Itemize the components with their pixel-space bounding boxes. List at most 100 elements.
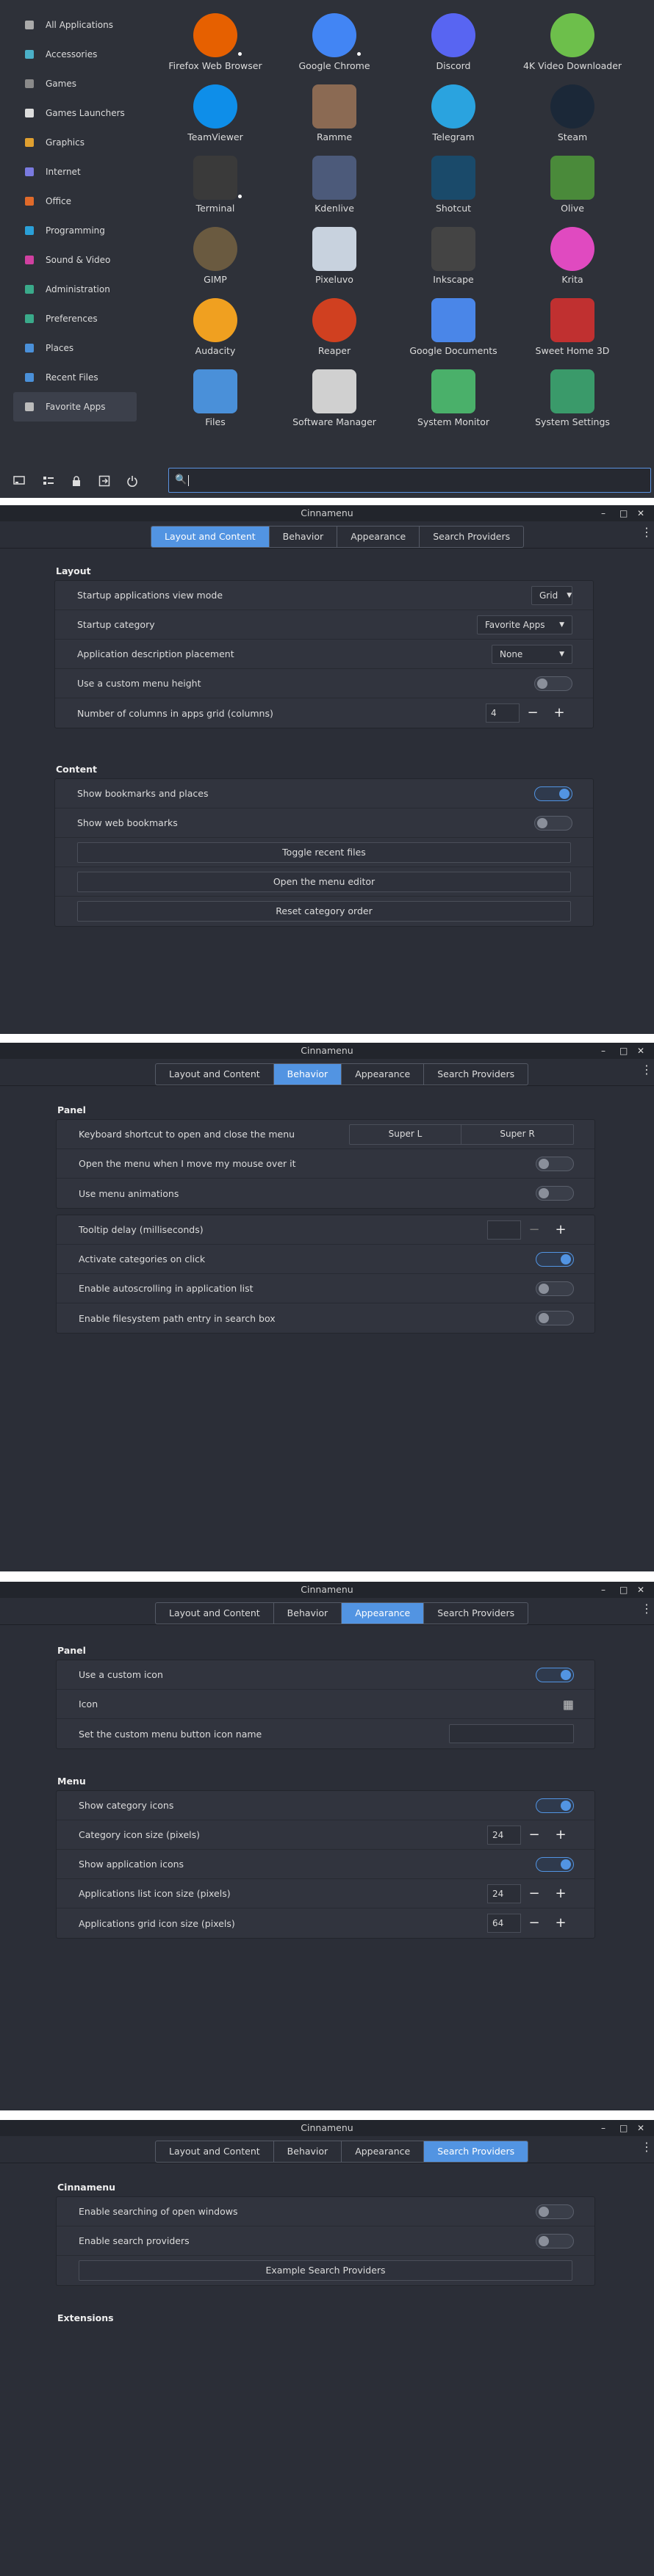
category-icons-toggle[interactable]	[536, 1798, 574, 1813]
open-menu-editor-button[interactable]: Open the menu editor	[77, 872, 571, 892]
custom-height-toggle[interactable]	[534, 676, 572, 691]
minimize-icon[interactable]: –	[601, 505, 606, 521]
minimize-icon[interactable]: –	[601, 1043, 606, 1059]
list-icon-size-value[interactable]: 24	[487, 1884, 521, 1903]
toggle-recent-files-button[interactable]: Toggle recent files	[77, 842, 571, 863]
app-tile[interactable]: Telegram	[394, 84, 513, 154]
tab-layout-and-content[interactable]: Layout and Content	[156, 1603, 274, 1624]
search-providers-toggle[interactable]	[536, 2233, 574, 2248]
minus-button[interactable]: −	[521, 1826, 547, 1845]
tab-behavior[interactable]: Behavior	[274, 1603, 342, 1624]
reset-category-order-button[interactable]: Reset category order	[77, 901, 571, 922]
app-tile[interactable]: System Monitor	[394, 369, 513, 439]
search-open-windows-toggle[interactable]	[536, 2204, 574, 2219]
close-icon[interactable]: ✕	[637, 1582, 644, 1598]
bookmarks-toggle[interactable]	[534, 786, 572, 801]
app-tile[interactable]: System Settings	[513, 369, 632, 439]
applets-icon[interactable]	[43, 475, 54, 487]
app-tile[interactable]: GIMP	[156, 227, 275, 297]
app-tile[interactable]: Pixeluvo	[275, 227, 394, 297]
app-tile[interactable]: Firefox Web Browser	[156, 13, 275, 83]
autoscroll-toggle[interactable]	[536, 1281, 574, 1296]
minus-button[interactable]: −	[521, 1884, 547, 1903]
tab-search-providers[interactable]: Search Providers	[424, 1603, 528, 1624]
app-tile[interactable]: Audacity	[156, 298, 275, 368]
category-icon-size-value[interactable]: 24	[487, 1825, 521, 1845]
logout-icon[interactable]	[98, 475, 110, 487]
sidebar-item-favorite-apps[interactable]: Favorite Apps	[13, 392, 137, 422]
sidebar-item-accessories[interactable]: Accessories	[13, 40, 137, 69]
sidebar-item-recent-files[interactable]: Recent Files	[13, 363, 137, 392]
minimize-icon[interactable]: –	[601, 1582, 606, 1598]
tab-appearance[interactable]: Appearance	[342, 2141, 425, 2162]
keybinding-2-button[interactable]: Super R	[461, 1125, 573, 1144]
close-icon[interactable]: ✕	[637, 505, 644, 521]
maximize-icon[interactable]: □	[619, 505, 628, 521]
tab-behavior[interactable]: Behavior	[273, 1064, 342, 1085]
sidebar-item-administration[interactable]: Administration	[13, 275, 137, 304]
sidebar-item-places[interactable]: Places	[13, 333, 137, 363]
minus-button[interactable]: −	[521, 1914, 547, 1933]
sidebar-item-office[interactable]: Office	[13, 187, 137, 216]
app-tile[interactable]: Reaper	[275, 298, 394, 368]
app-tile[interactable]: Terminal	[156, 156, 275, 225]
filesystem-path-toggle[interactable]	[536, 1311, 574, 1325]
close-icon[interactable]: ✕	[637, 1043, 644, 1059]
maximize-icon[interactable]: □	[619, 1582, 628, 1598]
animations-toggle[interactable]	[536, 1186, 574, 1201]
sidebar-item-graphics[interactable]: Graphics	[13, 128, 137, 157]
tab-appearance[interactable]: Appearance	[337, 527, 420, 547]
grid-icon-size-value[interactable]: 64	[487, 1914, 521, 1933]
tab-layout-and-content[interactable]: Layout and Content	[151, 527, 270, 547]
tooltip-delay-value[interactable]	[487, 1220, 521, 1240]
sidebar-item-internet[interactable]: Internet	[13, 157, 137, 187]
app-tile[interactable]: TeamViewer	[156, 84, 275, 154]
sidebar-item-all-applications[interactable]: All Applications	[13, 10, 137, 40]
tab-appearance[interactable]: Appearance	[342, 1064, 425, 1085]
app-tile[interactable]: Krita	[513, 227, 632, 297]
app-tile[interactable]: Steam	[513, 84, 632, 154]
tab-search-providers[interactable]: Search Providers	[420, 527, 523, 547]
search-input[interactable]: 🔍	[168, 468, 651, 493]
kebab-menu-icon[interactable]: ⋮	[641, 2141, 653, 2153]
tab-layout-and-content[interactable]: Layout and Content	[156, 2141, 274, 2162]
app-tile[interactable]: Ramme	[275, 84, 394, 154]
columns-value[interactable]: 4	[486, 703, 520, 723]
plus-button[interactable]: +	[547, 1914, 574, 1933]
app-tile[interactable]: Kdenlive	[275, 156, 394, 225]
custom-icon-toggle[interactable]	[536, 1667, 574, 1682]
sidebar-item-preferences[interactable]: Preferences	[13, 304, 137, 333]
view-mode-dropdown[interactable]: Grid ▼	[531, 585, 572, 605]
tab-behavior[interactable]: Behavior	[274, 2141, 342, 2162]
app-tile[interactable]: Files	[156, 369, 275, 439]
kebab-menu-icon[interactable]: ⋮	[641, 1064, 653, 1076]
tab-search-providers[interactable]: Search Providers	[424, 1064, 528, 1085]
plus-button[interactable]: +	[547, 1826, 574, 1845]
app-tile[interactable]: Sweet Home 3D	[513, 298, 632, 368]
plus-button[interactable]: +	[546, 703, 572, 723]
hover-open-toggle[interactable]	[536, 1156, 574, 1171]
app-tile[interactable]: Olive	[513, 156, 632, 225]
plus-button[interactable]: +	[547, 1220, 574, 1240]
kebab-menu-icon[interactable]: ⋮	[641, 527, 653, 538]
example-search-providers-button[interactable]: Example Search Providers	[79, 2260, 572, 2281]
close-icon[interactable]: ✕	[637, 2120, 644, 2136]
web-bookmarks-toggle[interactable]	[534, 815, 572, 831]
plus-button[interactable]: +	[547, 1884, 574, 1903]
screen-icon[interactable]	[13, 475, 25, 487]
minus-button[interactable]: −	[521, 1220, 547, 1240]
app-tile[interactable]: Inkscape	[394, 227, 513, 297]
icon-name-input[interactable]	[449, 1724, 574, 1743]
application-icons-toggle[interactable]	[536, 1856, 574, 1872]
kebab-menu-icon[interactable]: ⋮	[641, 1603, 653, 1615]
sidebar-item-programming[interactable]: Programming	[13, 216, 137, 245]
app-tile[interactable]: Software Manager	[275, 369, 394, 439]
app-tile[interactable]: Shotcut	[394, 156, 513, 225]
sidebar-item-games[interactable]: Games	[13, 69, 137, 98]
activate-on-click-toggle[interactable]	[536, 1251, 574, 1267]
startup-category-dropdown[interactable]: Favorite Apps ▼	[477, 615, 572, 634]
lock-icon[interactable]	[71, 475, 82, 487]
app-tile[interactable]: Discord	[394, 13, 513, 83]
maximize-icon[interactable]: □	[619, 2120, 628, 2136]
power-icon[interactable]	[126, 475, 138, 487]
